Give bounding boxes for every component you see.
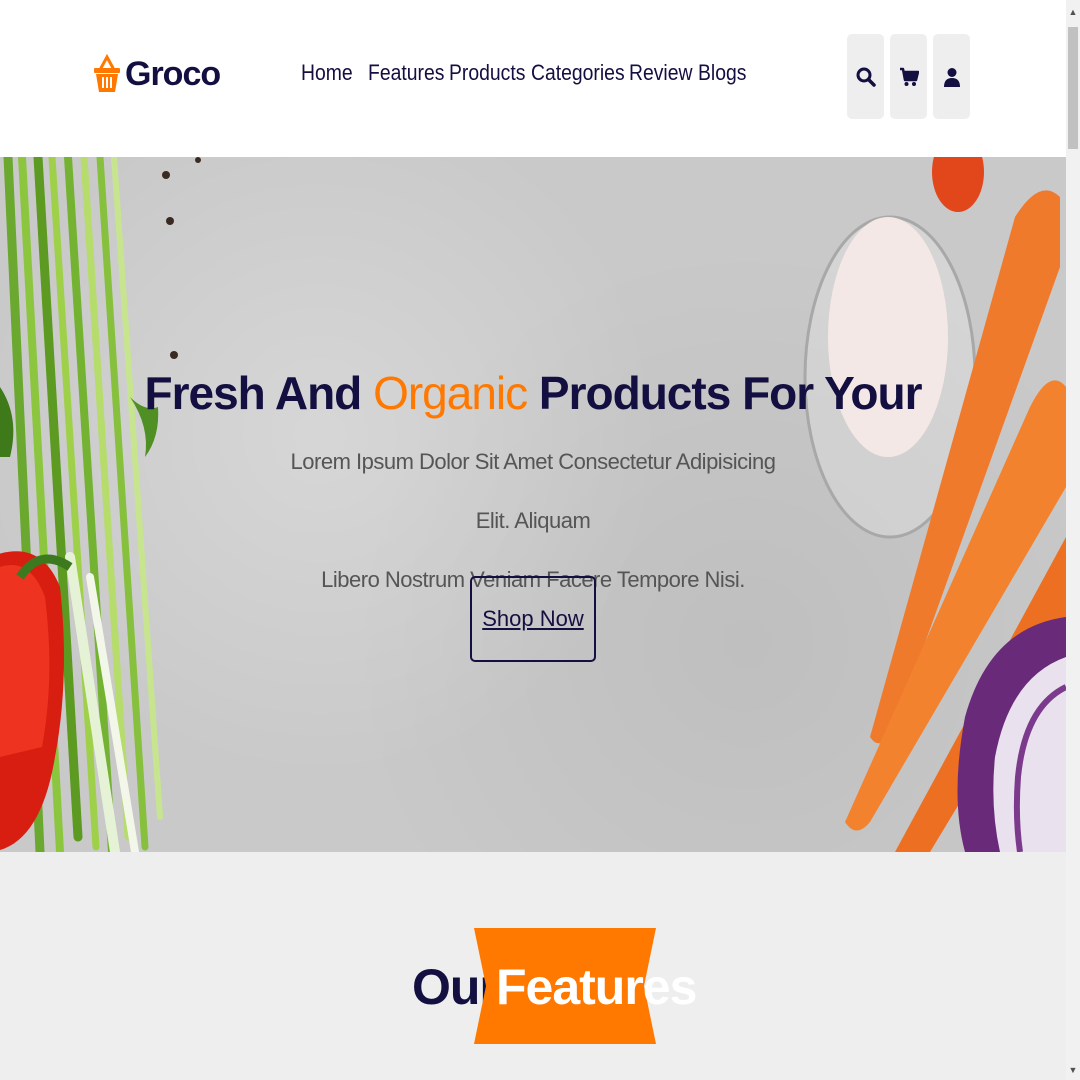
hero-title-part2: Products For Your [527, 366, 923, 419]
nav-categories[interactable]: Categories [531, 60, 625, 86]
scroll-thumb[interactable] [1068, 27, 1078, 149]
user-icon [943, 67, 960, 87]
shopping-basket-icon [94, 53, 120, 92]
page: Groco Home Features Products Categories … [0, 0, 1066, 1080]
nav-home[interactable]: Home [301, 60, 353, 86]
logo[interactable]: Groco [94, 52, 221, 96]
page-scrollbar[interactable]: ▲ ▼ [1066, 0, 1080, 1080]
scroll-up-arrow-icon[interactable]: ▲ [1066, 4, 1080, 20]
hero-description-line1: Lorem Ipsum Dolor Sit Amet Consectetur A… [290, 449, 776, 533]
hero-title: Fresh And Organic Products For Your [0, 366, 1066, 420]
site-header: Groco Home Features Products Categories … [0, 0, 1066, 157]
nav-features[interactable]: Features [368, 60, 444, 86]
hero-title-part1: Fresh And [144, 366, 374, 419]
main-nav: Home Features Products Categories Review… [301, 60, 757, 86]
hero-banner: Fresh And Organic Products For Your Lore… [0, 157, 1066, 852]
shop-now-button[interactable]: Shop Now [470, 576, 596, 662]
hero-title-accent: Organic [373, 366, 528, 419]
search-icon [856, 67, 876, 87]
search-button[interactable] [847, 34, 884, 119]
features-heading-accent: Features [496, 959, 697, 1015]
cart-button[interactable] [890, 34, 927, 119]
scroll-down-arrow-icon[interactable]: ▼ [1066, 1062, 1080, 1078]
nav-products[interactable]: Products [449, 60, 525, 86]
user-button[interactable] [933, 34, 970, 119]
cart-icon [899, 67, 919, 86]
nav-blogs[interactable]: Blogs [698, 60, 746, 86]
nav-review[interactable]: Review [629, 60, 692, 86]
logo-text: Groco [125, 54, 221, 93]
